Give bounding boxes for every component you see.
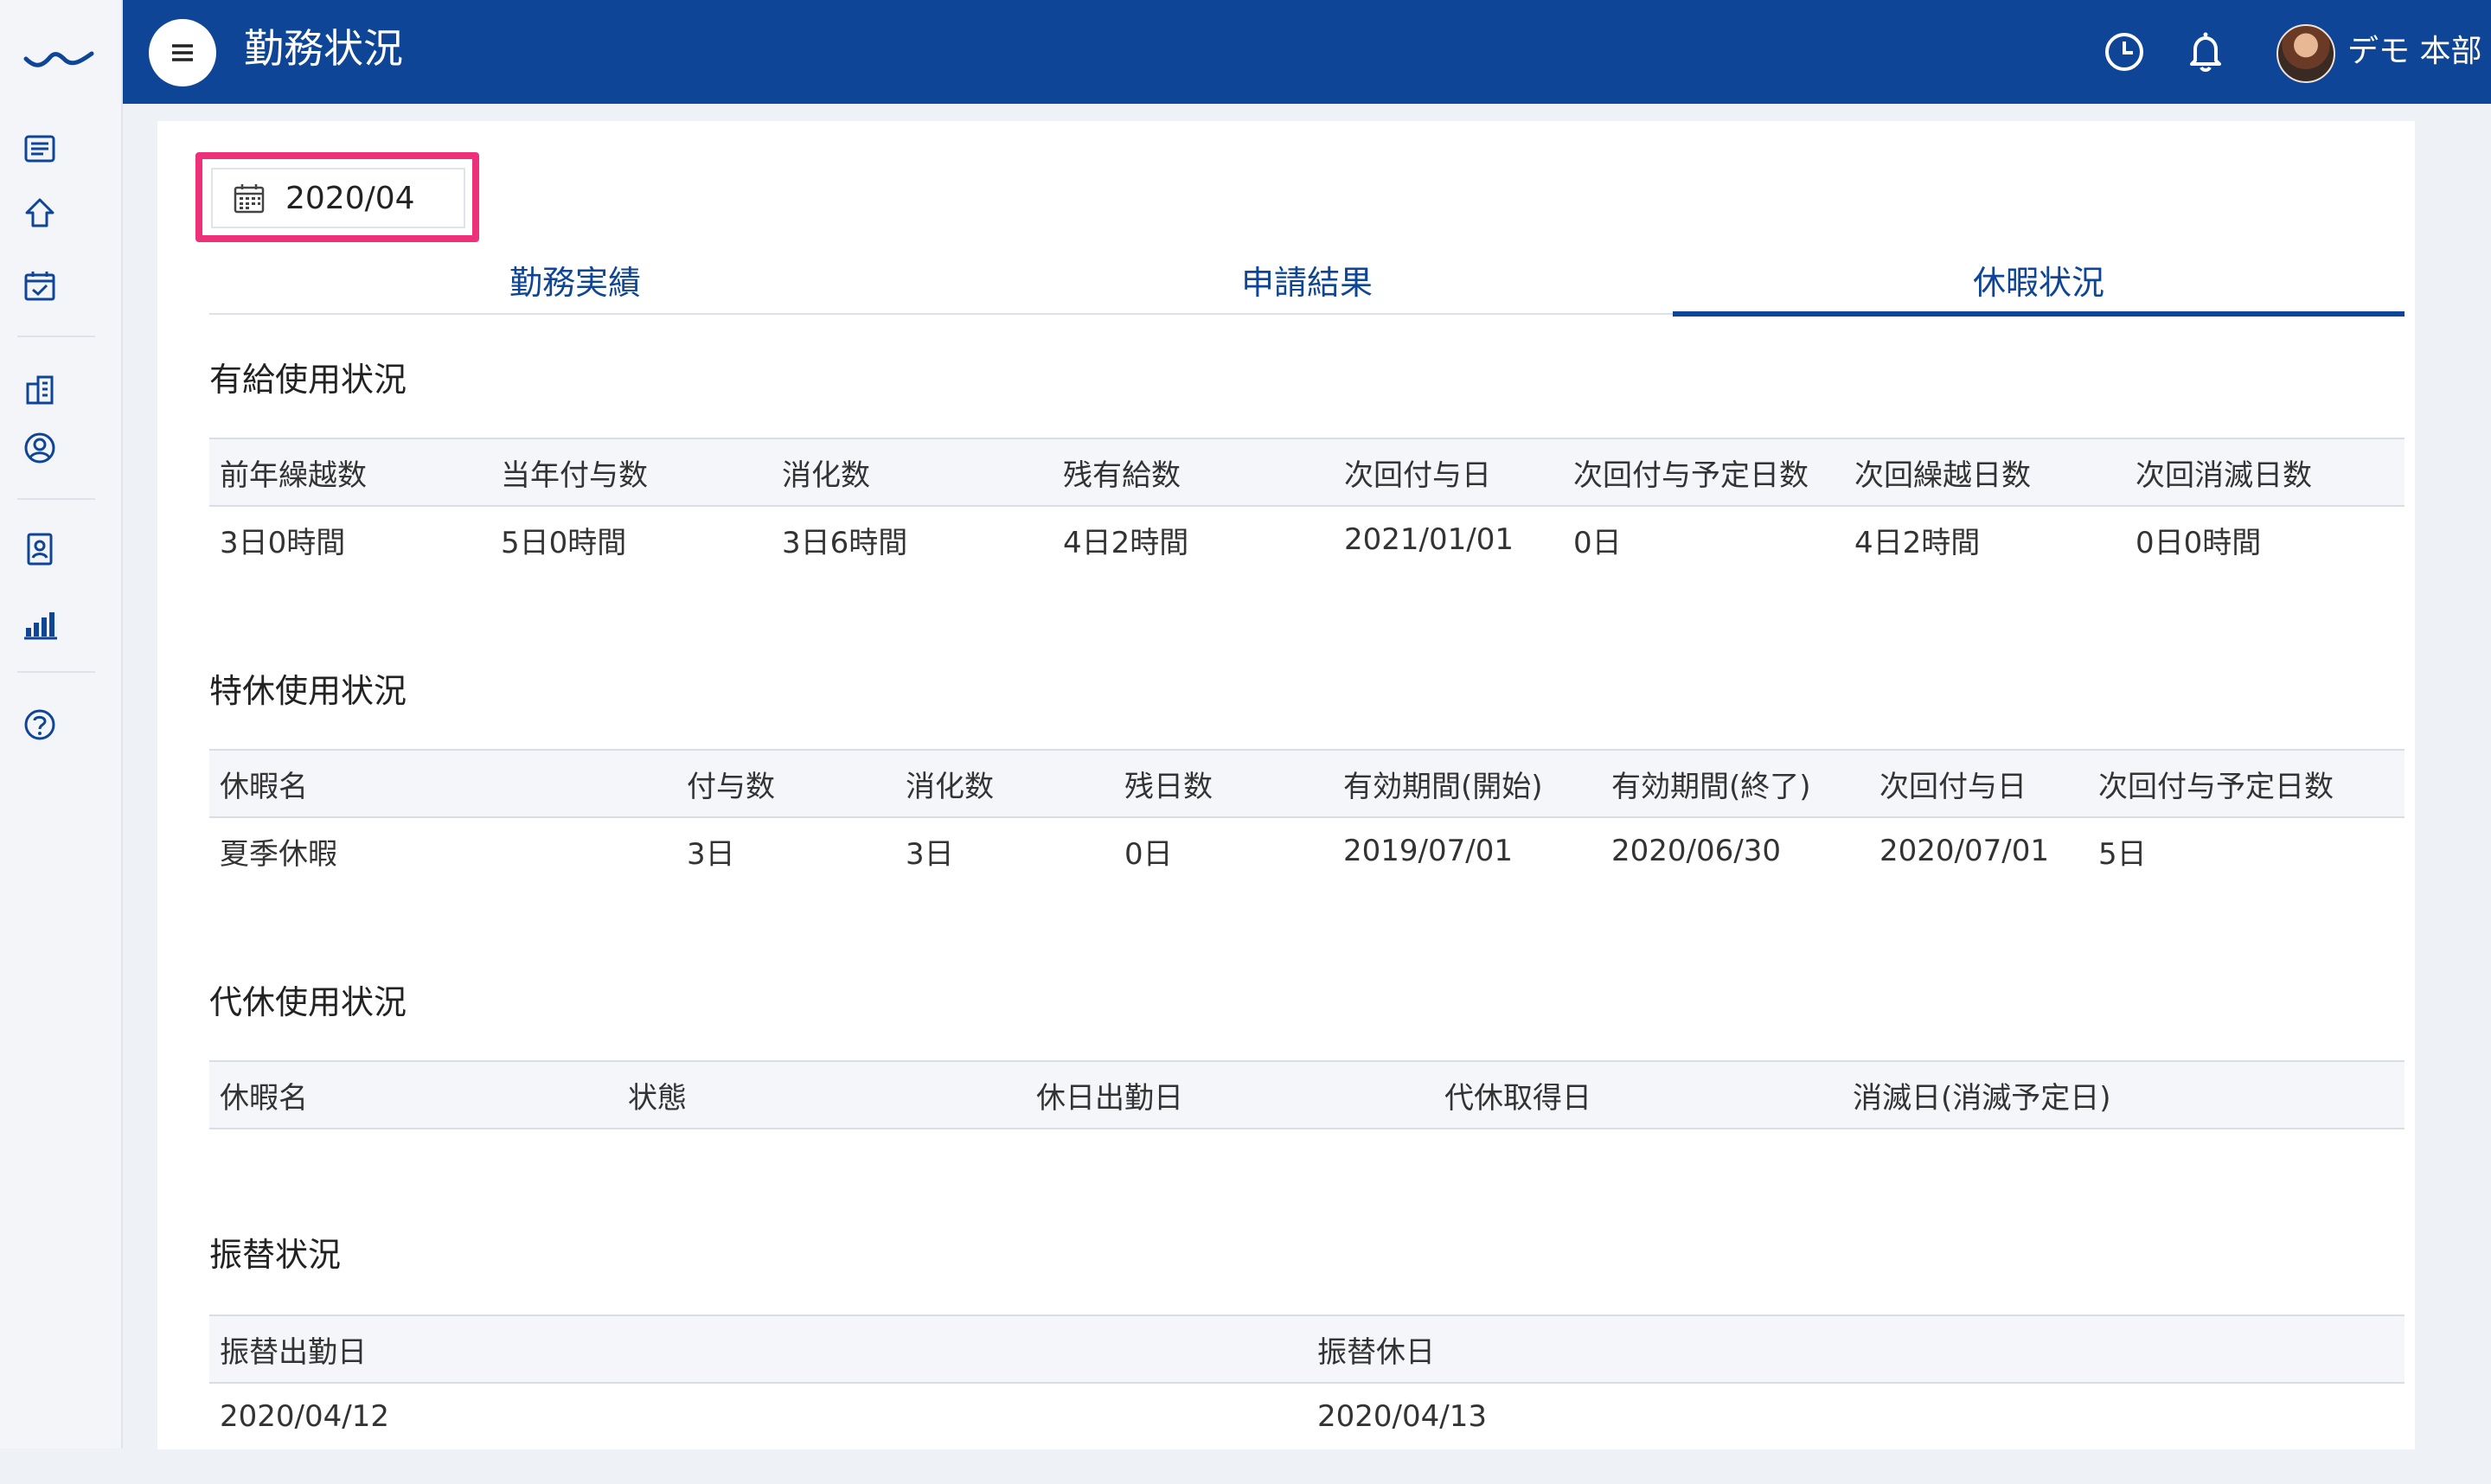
table-row: 2020/04/12 2020/04/13: [209, 1383, 2405, 1449]
table-cell: 2020/07/01: [1879, 834, 2049, 868]
table-cell: 5日0時間: [501, 525, 627, 560]
tab-work-results[interactable]: 勤務実績: [209, 253, 941, 313]
column-header: 残有給数: [1053, 438, 1334, 507]
column-header: 消化数: [895, 749, 1114, 818]
table-cell: 3日: [687, 836, 735, 872]
month-picker[interactable]: 2020/04: [211, 168, 465, 228]
avatar[interactable]: [2276, 24, 2335, 83]
user-circle-icon[interactable]: [21, 429, 59, 467]
month-value: 2020/04: [285, 180, 415, 216]
table-cell: 2020/04/12: [220, 1399, 389, 1434]
comp-leave-title: 代休使用状況: [209, 983, 407, 1021]
building-icon[interactable]: [21, 370, 59, 408]
id-badge-icon[interactable]: [21, 529, 59, 567]
bell-icon[interactable]: [2180, 26, 2232, 78]
column-header: 代休取得日: [1434, 1060, 1842, 1129]
table-cell: 3日6時間: [782, 525, 908, 560]
transfer-table: 振替出勤日 振替休日 2020/04/12 2020/04/13: [209, 1314, 2405, 1449]
column-header: 前年繰越数: [209, 438, 490, 507]
table-cell: 2020/06/30: [1611, 834, 1781, 868]
column-header: 次回付与予定日数: [2088, 749, 2405, 818]
table-cell: 5日: [2098, 836, 2147, 872]
table-header-row: 休暇名 付与数 消化数 残日数 有効期間(開始) 有効期間(終了) 次回付与日 …: [209, 749, 2405, 818]
paid-leave-table: 前年繰越数 当年付与数 消化数 残有給数 次回付与日 次回付与予定日数 次回繰越…: [209, 438, 2405, 572]
table-cell: 0日0時間: [2136, 525, 2262, 560]
sidebar: [0, 0, 123, 1449]
table-row: 夏季休暇 3日 3日 0日 2019/07/01 2020/06/30 2020…: [209, 817, 2405, 884]
table-cell: 3日0時間: [220, 525, 346, 560]
column-header: 付与数: [676, 749, 895, 818]
special-leave-title: 特休使用状況: [209, 672, 407, 710]
column-header: 状態: [618, 1060, 1026, 1129]
column-header: 次回付与日: [1334, 438, 1563, 507]
column-header: 次回付与日: [1869, 749, 2088, 818]
table-cell: 4日2時間: [1854, 525, 1981, 560]
logo-icon[interactable]: [22, 38, 95, 73]
tab-bar: 勤務実績 申請結果 休暇状況: [209, 253, 2405, 317]
main-card: 2020/04 勤務実績 申請結果 休暇状況 有給使用状況 前年繰越数 当年付与…: [157, 121, 2415, 1449]
bar-chart-icon[interactable]: [21, 605, 59, 643]
table-header-row: 振替出勤日 振替休日: [209, 1314, 2405, 1384]
calendar-check-icon[interactable]: [21, 266, 59, 304]
menu-button[interactable]: [149, 19, 216, 86]
column-header: 消滅日(消滅予定日): [1842, 1060, 2405, 1129]
clock-icon[interactable]: [2098, 26, 2150, 78]
column-header: 次回消滅日数: [2125, 438, 2405, 507]
column-header: 休暇名: [209, 749, 676, 818]
table-header-row: 前年繰越数 当年付与数 消化数 残有給数 次回付与日 次回付与予定日数 次回繰越…: [209, 438, 2405, 507]
help-icon[interactable]: [21, 706, 59, 744]
home-icon[interactable]: [21, 194, 59, 232]
table-cell: 4日2時間: [1063, 525, 1189, 560]
column-header: 休日出勤日: [1026, 1060, 1434, 1129]
column-header: 残日数: [1114, 749, 1333, 818]
hamburger-icon: [172, 44, 193, 61]
sidebar-divider: [17, 336, 95, 337]
table-header-row: 休暇名 状態 休日出勤日 代休取得日 消滅日(消滅予定日): [209, 1060, 2405, 1129]
column-header: 振替出勤日: [209, 1314, 1307, 1384]
tab-application-results[interactable]: 申請結果: [941, 253, 1673, 313]
table-cell: 0日: [1573, 525, 1622, 560]
column-header: 次回繰越日数: [1844, 438, 2125, 507]
table-cell: 2020/04/13: [1317, 1399, 1487, 1434]
column-header: 消化数: [772, 438, 1053, 507]
paid-leave-title: 有給使用状況: [209, 361, 407, 399]
page-title: 勤務状況: [244, 25, 403, 72]
table-cell: 2021/01/01: [1344, 522, 1514, 557]
comp-leave-table: 休暇名 状態 休日出勤日 代休取得日 消滅日(消滅予定日): [209, 1060, 2405, 1129]
special-leave-table: 休暇名 付与数 消化数 残日数 有効期間(開始) 有効期間(終了) 次回付与日 …: [209, 749, 2405, 884]
calendar-icon: [232, 181, 266, 215]
table-cell: 夏季休暇: [220, 836, 337, 872]
top-bar: 勤務状況 デモ 本部: [123, 0, 2491, 104]
column-header: 当年付与数: [490, 438, 772, 507]
table-cell: 0日: [1124, 836, 1173, 872]
tab-leave-status[interactable]: 休暇状況: [1673, 253, 2405, 317]
user-name[interactable]: デモ 本部: [2347, 31, 2481, 73]
column-header: 次回付与予定日数: [1563, 438, 1844, 507]
transfer-title: 振替状況: [209, 1236, 342, 1274]
sidebar-divider: [17, 498, 95, 500]
sidebar-divider: [17, 671, 95, 673]
column-header: 有効期間(開始): [1333, 749, 1601, 818]
table-cell: 2019/07/01: [1343, 834, 1513, 868]
month-picker-highlight: 2020/04: [195, 152, 479, 242]
table-row: 3日0時間 5日0時間 3日6時間 4日2時間 2021/01/01 0日 4日…: [209, 506, 2405, 572]
column-header: 振替休日: [1307, 1314, 2405, 1384]
table-cell: 3日: [906, 836, 954, 872]
column-header: 休暇名: [209, 1060, 618, 1129]
column-header: 有効期間(終了): [1601, 749, 1869, 818]
list-icon[interactable]: [21, 130, 59, 168]
